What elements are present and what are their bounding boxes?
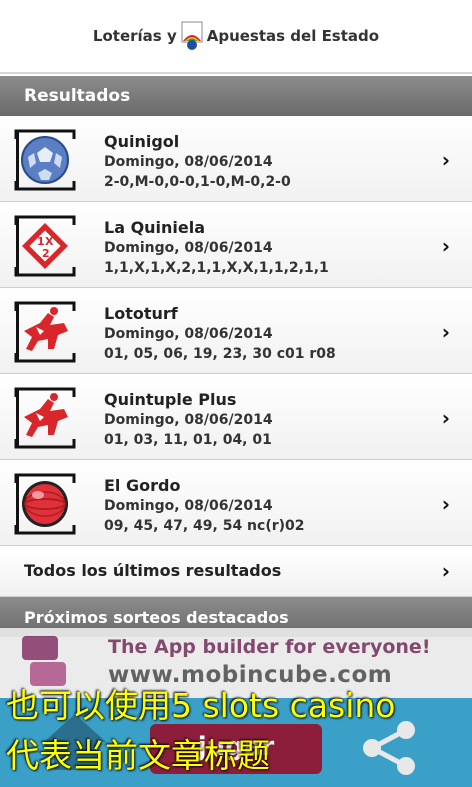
- horse-rider-icon: [14, 387, 76, 449]
- result-row-el-gordo[interactable]: El Gordo Domingo, 08/06/2014 09, 45, 47,…: [0, 460, 472, 546]
- quiniela-1x2-icon: 1 X 2: [14, 215, 76, 277]
- result-title: El Gordo: [104, 476, 181, 495]
- lae-logo-icon: [181, 21, 203, 50]
- result-title: Quintuple Plus: [104, 390, 237, 409]
- result-info: El Gordo Domingo, 08/06/2014 09, 45, 47,…: [104, 476, 305, 536]
- soccer-ball-icon: [14, 129, 76, 191]
- mobincube-logo-icon: [22, 636, 66, 686]
- overlay-caption-line1: 也可以使用5 slots casino: [6, 686, 396, 725]
- chevron-right-icon: ›: [441, 559, 450, 583]
- app-header: Loterías y Apuestas del Estado: [0, 0, 472, 74]
- result-row-quintuple-plus[interactable]: Quintuple Plus Domingo, 08/06/2014 01, 0…: [0, 374, 472, 460]
- result-info: Quintuple Plus Domingo, 08/06/2014 01, 0…: [104, 390, 273, 450]
- chevron-right-icon: ›: [441, 406, 450, 430]
- result-date: Domingo, 08/06/2014: [104, 154, 273, 170]
- result-row-quinigol[interactable]: Quinigol Domingo, 08/06/2014 2-0,M-0,0-0…: [0, 116, 472, 202]
- horse-rider-icon: [14, 301, 76, 363]
- result-info: Lototurf Domingo, 08/06/2014 01, 05, 06,…: [104, 304, 336, 364]
- result-info: Quinigol Domingo, 08/06/2014 2-0,M-0,0-0…: [104, 132, 291, 192]
- result-date: Domingo, 08/06/2014: [104, 498, 273, 514]
- result-date: Domingo, 08/06/2014: [104, 240, 273, 256]
- chevron-right-icon: ›: [441, 492, 450, 516]
- brand-right-text: Apuestas del Estado: [206, 27, 380, 45]
- brand-left-text: Loterías y: [92, 27, 177, 45]
- ad-tagline: The App builder for everyone!: [108, 636, 431, 658]
- overlay-caption-line2: 代表当前文章标题: [6, 736, 270, 775]
- results-list: Quinigol Domingo, 08/06/2014 2-0,M-0,0-0…: [0, 116, 472, 546]
- result-date: Domingo, 08/06/2014: [104, 412, 273, 428]
- result-numbers: 09, 45, 47, 49, 54 nc(r)02: [104, 518, 305, 534]
- result-row-la-quiniela[interactable]: 1 X 2 La Quiniela Domingo, 08/06/2014 1,…: [0, 202, 472, 288]
- chevron-right-icon: ›: [441, 320, 450, 344]
- result-numbers: 2-0,M-0,0-0,1-0,M-0,2-0: [104, 174, 291, 190]
- ad-url: www.mobincube.com: [108, 662, 393, 688]
- result-title: Lototurf: [104, 304, 178, 323]
- result-title: Quinigol: [104, 132, 180, 151]
- brand-logo: Loterías y Apuestas del Estado: [93, 21, 379, 51]
- result-date: Domingo, 08/06/2014: [104, 326, 273, 342]
- svg-text:2: 2: [42, 247, 50, 260]
- chevron-right-icon: ›: [441, 234, 450, 258]
- result-info: La Quiniela Domingo, 08/06/2014 1,1,X,1,…: [104, 218, 329, 278]
- chevron-right-icon: ›: [441, 148, 450, 172]
- result-title: La Quiniela: [104, 218, 206, 237]
- result-numbers: 1,1,X,1,X,2,1,1,X,X,1,1,2,1,1: [104, 260, 329, 276]
- result-numbers: 01, 05, 06, 19, 23, 30 c01 r08: [104, 346, 336, 362]
- result-numbers: 01, 03, 11, 01, 04, 01: [104, 432, 272, 448]
- results-section-header: Resultados: [0, 76, 472, 116]
- red-ball-icon: [14, 473, 76, 535]
- all-results-label: Todos los últimos resultados: [24, 561, 282, 580]
- result-row-lototurf[interactable]: Lototurf Domingo, 08/06/2014 01, 05, 06,…: [0, 288, 472, 374]
- all-results-link[interactable]: Todos los últimos resultados ›: [0, 547, 472, 597]
